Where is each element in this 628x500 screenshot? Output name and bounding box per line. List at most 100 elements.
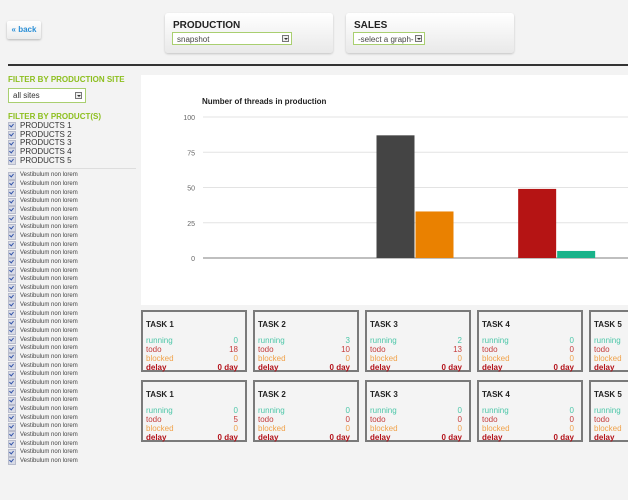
- product-filter-item[interactable]: PRODUCTS 5: [8, 156, 136, 166]
- item-filter-item[interactable]: Vestibulum non lorem: [8, 266, 136, 276]
- checkbox-checked-icon[interactable]: [8, 448, 16, 457]
- checkbox-checked-icon[interactable]: [8, 148, 16, 157]
- checkbox-checked-icon[interactable]: [8, 180, 16, 189]
- checkbox-checked-icon[interactable]: [8, 388, 16, 397]
- checkbox-checked-icon[interactable]: [8, 457, 16, 466]
- item-filter-item[interactable]: Vestibulum non lorem: [8, 284, 136, 293]
- item-filter-item[interactable]: Vestibulum non lorem: [8, 431, 136, 440]
- production-graph-select[interactable]: snapshot: [172, 32, 292, 45]
- checkbox-checked-icon[interactable]: [8, 318, 16, 327]
- item-filter-item[interactable]: Vestibulum non lorem: [8, 171, 136, 180]
- item-filter-item[interactable]: Vestibulum non lorem: [8, 223, 136, 232]
- checkbox-checked-icon[interactable]: [8, 353, 16, 362]
- checkbox-checked-icon[interactable]: [8, 156, 16, 165]
- item-filter-item[interactable]: Vestibulum non lorem: [8, 318, 136, 327]
- checkbox-checked-icon[interactable]: [8, 130, 16, 139]
- checkbox-checked-icon[interactable]: [8, 139, 16, 148]
- item-filter-item[interactable]: Vestibulum non lorem: [8, 197, 136, 206]
- task-card[interactable]: TASK 3 running 2 todo 13 blocked 0 delay 0 d…: [365, 310, 471, 372]
- item-label: Vestibulum non lorem: [20, 310, 78, 317]
- checkbox-checked-icon[interactable]: [8, 344, 16, 353]
- item-filter-item[interactable]: Vestibulum non lorem: [8, 396, 136, 405]
- item-filter-item[interactable]: Vestibulum non lorem: [8, 362, 136, 371]
- item-filter-item[interactable]: Vestibulum non lorem: [8, 206, 136, 215]
- chevron-down-icon[interactable]: [282, 35, 289, 42]
- bar[interactable]: [557, 250, 596, 258]
- checkbox-checked-icon[interactable]: [8, 362, 16, 371]
- checkbox-checked-icon[interactable]: [8, 258, 16, 267]
- chevron-down-icon[interactable]: [415, 35, 422, 42]
- checkbox-checked-icon[interactable]: [8, 197, 16, 206]
- checkbox-checked-icon[interactable]: [8, 284, 16, 293]
- item-filter-item[interactable]: Vestibulum non lorem: [8, 188, 136, 198]
- checkbox-checked-icon[interactable]: [8, 413, 16, 422]
- item-filter-item[interactable]: Vestibulum non lorem: [8, 457, 136, 466]
- checkbox-checked-icon[interactable]: [8, 249, 16, 258]
- checkbox-checked-icon[interactable]: [8, 122, 16, 131]
- item-filter-item[interactable]: Vestibulum non lorem: [8, 448, 136, 457]
- checkbox-checked-icon[interactable]: [8, 439, 16, 448]
- task-card[interactable]: TASK 2 running 0 todo 0 blocked 0 delay 0 da…: [253, 380, 359, 442]
- task-card[interactable]: TASK 1 running 0 todo 18 blocked 0 delay 0 d…: [141, 310, 247, 372]
- checkbox-checked-icon[interactable]: [8, 301, 16, 310]
- item-filter-item[interactable]: Vestibulum non lorem: [8, 413, 136, 423]
- task-card[interactable]: TASK 4 running 0 todo 0 blocked 0 delay 0 da…: [477, 310, 583, 372]
- checkbox-checked-icon[interactable]: [8, 223, 16, 232]
- checkbox-checked-icon[interactable]: [8, 188, 16, 197]
- back-button[interactable]: « back: [7, 21, 41, 39]
- checkbox-checked-icon[interactable]: [8, 405, 16, 414]
- checkbox-checked-icon[interactable]: [8, 422, 16, 431]
- task-name: TASK 2: [258, 320, 286, 329]
- item-filter-item[interactable]: Vestibulum non lorem: [8, 405, 136, 414]
- item-filter-item[interactable]: Vestibulum non lorem: [8, 232, 136, 241]
- item-label: Vestibulum non lorem: [20, 276, 78, 283]
- checkbox-checked-icon[interactable]: [8, 266, 16, 275]
- checkbox-checked-icon[interactable]: [8, 214, 16, 223]
- item-filter-item[interactable]: Vestibulum non lorem: [8, 240, 136, 250]
- checkbox-checked-icon[interactable]: [8, 327, 16, 336]
- item-filter-item[interactable]: Vestibulum non lorem: [8, 422, 136, 431]
- checkbox-checked-icon[interactable]: [8, 206, 16, 215]
- site-select[interactable]: all sites: [8, 88, 86, 103]
- todo-label: todo: [258, 415, 274, 424]
- checkbox-checked-icon[interactable]: [8, 232, 16, 241]
- checkbox-checked-icon[interactable]: [8, 292, 16, 301]
- checkbox-checked-icon[interactable]: [8, 171, 16, 180]
- checkbox-checked-icon[interactable]: [8, 310, 16, 319]
- item-filter-item[interactable]: Vestibulum non lorem: [8, 275, 136, 284]
- checkbox-checked-icon[interactable]: [8, 240, 16, 249]
- item-filter-item[interactable]: Vestibulum non lorem: [8, 439, 136, 449]
- task-card[interactable]: TASK 5 running todo blocked delay: [589, 310, 628, 372]
- checkbox-checked-icon[interactable]: [8, 431, 16, 440]
- item-filter-item[interactable]: Vestibulum non lorem: [8, 379, 136, 388]
- item-label: Vestibulum non lorem: [20, 267, 78, 274]
- checkbox-checked-icon[interactable]: [8, 275, 16, 284]
- task-card[interactable]: TASK 1 running 0 todo 5 blocked 0 delay 0 da…: [141, 380, 247, 442]
- checkbox-checked-icon[interactable]: [8, 379, 16, 388]
- item-filter-item[interactable]: Vestibulum non lorem: [8, 388, 136, 397]
- item-filter-item[interactable]: Vestibulum non lorem: [8, 353, 136, 362]
- task-card[interactable]: TASK 4 running 0 todo 0 blocked 0 delay 0 da…: [477, 380, 583, 442]
- task-card[interactable]: TASK 5 running todo blocked delay: [589, 380, 628, 442]
- item-filter-item[interactable]: Vestibulum non lorem: [8, 258, 136, 267]
- item-filter-item[interactable]: Vestibulum non lorem: [8, 344, 136, 353]
- item-filter-item[interactable]: Vestibulum non lorem: [8, 214, 136, 224]
- bar[interactable]: [415, 211, 454, 258]
- task-card[interactable]: TASK 2 running 3 todo 10 blocked 0 delay 0 d…: [253, 310, 359, 372]
- item-filter-item[interactable]: Vestibulum non lorem: [8, 301, 136, 310]
- item-filter-item[interactable]: Vestibulum non lorem: [8, 249, 136, 258]
- item-filter-item[interactable]: Vestibulum non lorem: [8, 370, 136, 379]
- checkbox-checked-icon[interactable]: [8, 370, 16, 379]
- item-filter-item[interactable]: Vestibulum non lorem: [8, 336, 136, 345]
- item-filter-item[interactable]: Vestibulum non lorem: [8, 180, 136, 189]
- sales-graph-select[interactable]: -select a graph-: [353, 32, 425, 45]
- item-filter-item[interactable]: Vestibulum non lorem: [8, 292, 136, 301]
- item-filter-item[interactable]: Vestibulum non lorem: [8, 310, 136, 319]
- bar[interactable]: [518, 188, 557, 258]
- item-filter-item[interactable]: Vestibulum non lorem: [8, 327, 136, 336]
- bar[interactable]: [376, 135, 415, 258]
- checkbox-checked-icon[interactable]: [8, 396, 16, 405]
- chevron-down-icon[interactable]: [75, 92, 82, 99]
- task-card[interactable]: TASK 3 running 0 todo 0 blocked 0 delay 0 da…: [365, 380, 471, 442]
- checkbox-checked-icon[interactable]: [8, 336, 16, 345]
